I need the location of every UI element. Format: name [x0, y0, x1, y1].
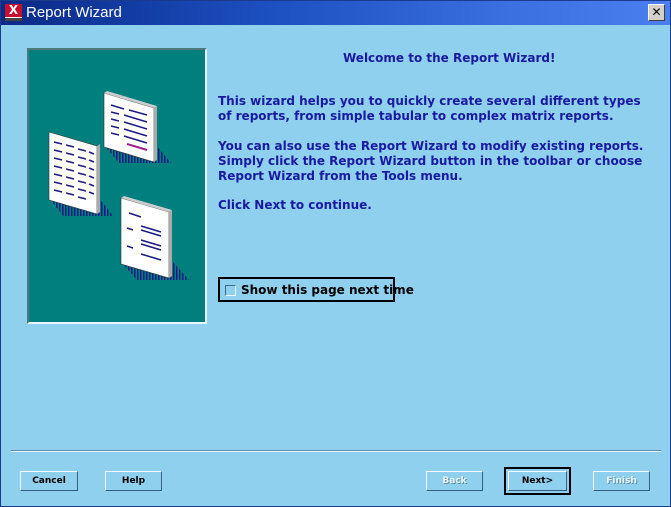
show-page-checkbox[interactable]: [225, 285, 236, 296]
report-wizard-window: X Report Wizard ✕ Welcome to the Report …: [0, 0, 671, 507]
help-button[interactable]: Help: [105, 471, 162, 491]
app-icon-glyph: X: [5, 4, 22, 17]
show-page-checkbox-group[interactable]: Show this page next time: [218, 277, 414, 302]
finish-button[interactable]: Finish: [593, 471, 650, 491]
wizard-illustration: [27, 48, 207, 324]
button-separator: [11, 450, 661, 452]
welcome-heading: Welcome to the Report Wizard!: [343, 51, 556, 65]
window-title: Report Wizard: [26, 4, 122, 21]
show-page-checkbox-label[interactable]: Show this page next time: [241, 283, 414, 297]
intro-paragraph: This wizard helps you to quickly create …: [218, 94, 641, 123]
continue-instruction: Click Next to continue.: [218, 198, 372, 212]
cancel-button[interactable]: Cancel: [20, 471, 78, 491]
next-button[interactable]: Next>: [504, 467, 571, 495]
app-icon: X: [5, 4, 22, 21]
reports-illustration-graphic: [48, 91, 189, 280]
back-button[interactable]: Back: [426, 471, 483, 491]
modify-reports-paragraph: You can also use the Report Wizard to mo…: [218, 139, 644, 183]
close-icon[interactable]: ✕: [648, 4, 665, 21]
title-bar[interactable]: X Report Wizard ✕: [1, 1, 670, 25]
